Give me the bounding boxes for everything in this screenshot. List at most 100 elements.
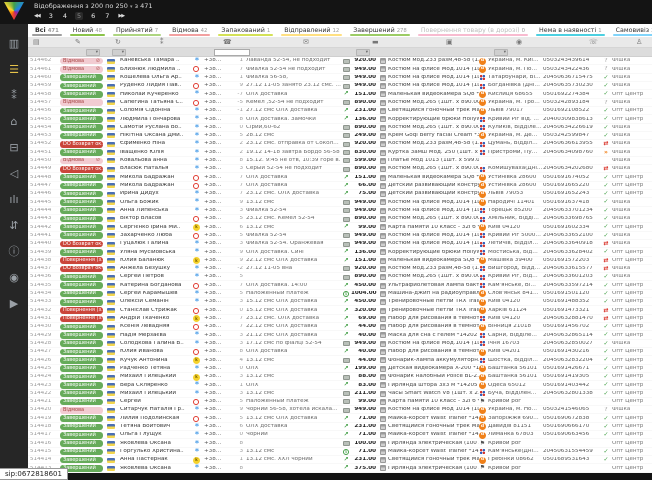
address-cell[interactable]: Кам'янське, Ві… bbox=[479, 282, 543, 289]
client-name[interactable]: Микола Бадражан bbox=[118, 183, 193, 189]
address-cell[interactable]: d Украина, м. Де… bbox=[479, 132, 543, 139]
product-column-icon[interactable]: ▣ bbox=[446, 37, 453, 48]
table-row[interactable]: 514446 Завершений Ирина Дидух * +38… 7 2… bbox=[28, 190, 652, 198]
table-row[interactable]: 514447 Завершений Микола Бадражан +38… 7… bbox=[28, 182, 652, 190]
table-row[interactable]: 514445 Завершений Ольга Божик * +38… 9 1… bbox=[28, 198, 652, 206]
tracking-number[interactable]: 20450633652100 bbox=[543, 233, 600, 239]
tracking-number[interactable]: 0503241546065 bbox=[543, 407, 600, 413]
tracking-number[interactable]: 20450633698765 bbox=[543, 216, 600, 222]
table-row[interactable]: 514425 Завершений Радченко Тетяна * +38…… bbox=[28, 365, 652, 373]
address-cell[interactable]: ⚑ Кривой рог bbox=[479, 440, 543, 447]
client-phone[interactable]: +38… bbox=[204, 391, 226, 397]
status-pill[interactable]: Завершений bbox=[60, 399, 103, 406]
address-cell[interactable]: d Машівка 39400 bbox=[479, 257, 543, 264]
order-comment[interactable]: 23.12 смс. отправка от Сокол… bbox=[246, 141, 341, 147]
status-pill[interactable]: Завершений bbox=[60, 449, 103, 456]
client-name[interactable]: Сергей bbox=[118, 399, 193, 405]
status-pill[interactable]: Завершений bbox=[60, 83, 103, 90]
table-row[interactable]: 514459 Завершений Руденко Лидия Пав.. +3… bbox=[28, 82, 652, 90]
address-cell[interactable]: Хмільник, Відді… bbox=[479, 216, 543, 223]
client-name[interactable]: Руденко Лидия Пав.. bbox=[118, 83, 193, 89]
tracking-number[interactable]: 0503243422436 bbox=[543, 67, 600, 73]
address-cell[interactable]: d Устинівка 28600 bbox=[479, 182, 543, 189]
tracking-number[interactable]: 0501691488352 bbox=[543, 299, 600, 305]
client-name[interactable]: Кошелева Ольга Ар.. bbox=[118, 75, 193, 81]
tracking-number[interactable]: 20450634202680 bbox=[543, 166, 600, 172]
status-pill[interactable]: Завершений bbox=[60, 365, 103, 372]
product-cell[interactable]: Набор для рисования в темнот… bbox=[380, 324, 479, 330]
client-name[interactable]: Яковлева Оксана bbox=[118, 466, 193, 472]
client-name[interactable]: Яковлева Оксана bbox=[118, 441, 193, 447]
sidebar-item-warehouse-icon[interactable]: ⌂ bbox=[0, 108, 28, 134]
product-cell[interactable]: Гирлянда электрическая (100 л… bbox=[380, 465, 479, 471]
ttn-column-icon[interactable]: ☏ bbox=[589, 37, 598, 48]
client-phone[interactable]: +38… bbox=[204, 324, 226, 330]
client-name[interactable]: Микола Бадражан bbox=[118, 175, 193, 181]
product-cell[interactable]: Тренировочные петли TRX Train… bbox=[380, 308, 479, 314]
order-comment[interactable]: Чорний bbox=[246, 432, 341, 438]
product-cell[interactable]: Костюм на флисе Мод.1014 (1ш… bbox=[380, 341, 479, 347]
order-comment[interactable]: 13.12 смс bbox=[246, 200, 341, 206]
first-page-button[interactable]: ◀◀ bbox=[34, 13, 40, 19]
page-number-button[interactable]: 5 bbox=[75, 12, 83, 20]
address-cell[interactable]: d Давидів 81151 bbox=[479, 423, 543, 430]
order-comment[interactable]: 21.12 смс ОЛХ доставка bbox=[246, 333, 341, 339]
table-row[interactable]: 514453 Завершений Нікітіна Оксана Дми.. … bbox=[28, 132, 652, 140]
address-cell[interactable]: d Украина, м. Но… bbox=[479, 407, 543, 414]
client-name[interactable]: Близнюк Людмила .. bbox=[118, 67, 193, 73]
client-name[interactable]: Нікітіна Оксана Дми.. bbox=[118, 133, 193, 139]
tab-Повернення товару (в дорозі)[interactable]: Повернення товару (в дорозі)0 bbox=[414, 24, 532, 37]
order-comment[interactable]: 23.12 смс. ОЛХ доставка bbox=[246, 316, 341, 322]
address-cell[interactable]: d Київ 04120 bbox=[479, 224, 543, 231]
client-phone[interactable]: +38… bbox=[204, 67, 226, 73]
client-name[interactable]: Самотій Руслана Во.. bbox=[118, 125, 193, 131]
client-name[interactable]: Сергей Карамышев bbox=[118, 291, 193, 297]
tracking-number[interactable]: 20450631554459 bbox=[543, 449, 600, 455]
order-comment[interactable]: ОЛХ доставка bbox=[246, 92, 341, 98]
client-name[interactable]: Анжела Безушку bbox=[118, 266, 193, 272]
address-cell[interactable]: d Баштанка 56101 bbox=[479, 365, 543, 372]
client-name[interactable]: Тетяна Войтович bbox=[118, 424, 193, 430]
table-row[interactable]: 514437 DO Возврат ок.. Анжела Безушку * … bbox=[28, 265, 652, 273]
client-phone[interactable]: +38… bbox=[204, 441, 226, 447]
client-phone[interactable]: +38… bbox=[204, 349, 226, 355]
address-cell[interactable]: ⚑ Кривой рог bbox=[479, 398, 543, 405]
address-cell[interactable]: Кривий Ріг, Від… bbox=[479, 274, 543, 281]
tracking-number[interactable]: 20450635730230 bbox=[543, 83, 600, 89]
tracking-number[interactable]: 0501691430216 bbox=[543, 349, 600, 355]
address-cell[interactable]: d Львів 79017 bbox=[479, 108, 543, 115]
client-phone[interactable]: +38… bbox=[204, 358, 226, 364]
product-cell[interactable]: Детский развивающий констру… bbox=[380, 183, 479, 189]
order-comment[interactable]: 19.12 14-18 завтра Бордо 56-58 bbox=[246, 150, 341, 156]
client-name[interactable]: Гуцалюк Галина bbox=[118, 241, 193, 247]
client-phone[interactable]: +38… bbox=[204, 241, 226, 247]
sidebar-item-announcements-icon[interactable]: ◁ bbox=[0, 160, 28, 186]
tab-Самовивіз[interactable]: Самовивіз2 bbox=[609, 24, 652, 37]
tracking-number[interactable]: 20450632865114 bbox=[543, 333, 600, 339]
client-name[interactable]: Сергієнко Ірина Ми.. bbox=[118, 225, 193, 231]
client-phone[interactable]: +38… bbox=[204, 58, 226, 64]
client-phone[interactable]: +38… bbox=[204, 466, 226, 472]
order-comment[interactable]: 28.12 смс bbox=[246, 133, 341, 139]
tab-Прийнятий[interactable]: Прийнятий7 bbox=[109, 24, 165, 37]
client-phone[interactable]: +38… bbox=[204, 283, 226, 289]
order-comment[interactable]: ОЛХ доставка. 14:00 bbox=[246, 283, 341, 289]
order-comment[interactable]: Лаванда 52-54, не подходит bbox=[246, 58, 341, 64]
client-phone[interactable]: +38… bbox=[204, 100, 226, 106]
tracking-number[interactable]: 0501691674052 bbox=[543, 175, 600, 181]
client-column-icon[interactable]: ⁑ bbox=[160, 37, 164, 48]
client-phone[interactable]: +38… bbox=[204, 274, 226, 280]
tracking-number[interactable]: 0501691419305 bbox=[543, 374, 600, 380]
client-phone[interactable]: +38… bbox=[204, 366, 226, 372]
client-name[interactable]: Андрій Ткаченко bbox=[118, 316, 193, 322]
sidebar-item-cart-icon[interactable]: ⊟ bbox=[0, 134, 28, 160]
status-pill[interactable]: Завершений bbox=[60, 249, 103, 256]
product-cell[interactable]: Костюм мод.265 (1шт. х 890.00 … bbox=[380, 274, 479, 280]
table-row[interactable]: 514435 Завершений Катерина Богданова +38… bbox=[28, 281, 652, 289]
product-cell[interactable]: Карта памяти 10 класс - 32Гб *1… bbox=[380, 224, 479, 230]
client-name[interactable]: Власюк Наталья bbox=[118, 166, 193, 172]
status-pill[interactable]: Відмова ⊘ bbox=[60, 58, 103, 65]
status-pill[interactable]: Завершений bbox=[60, 291, 103, 298]
client-phone[interactable]: +38… bbox=[204, 316, 226, 322]
status-pill[interactable]: Завершений bbox=[60, 108, 103, 115]
